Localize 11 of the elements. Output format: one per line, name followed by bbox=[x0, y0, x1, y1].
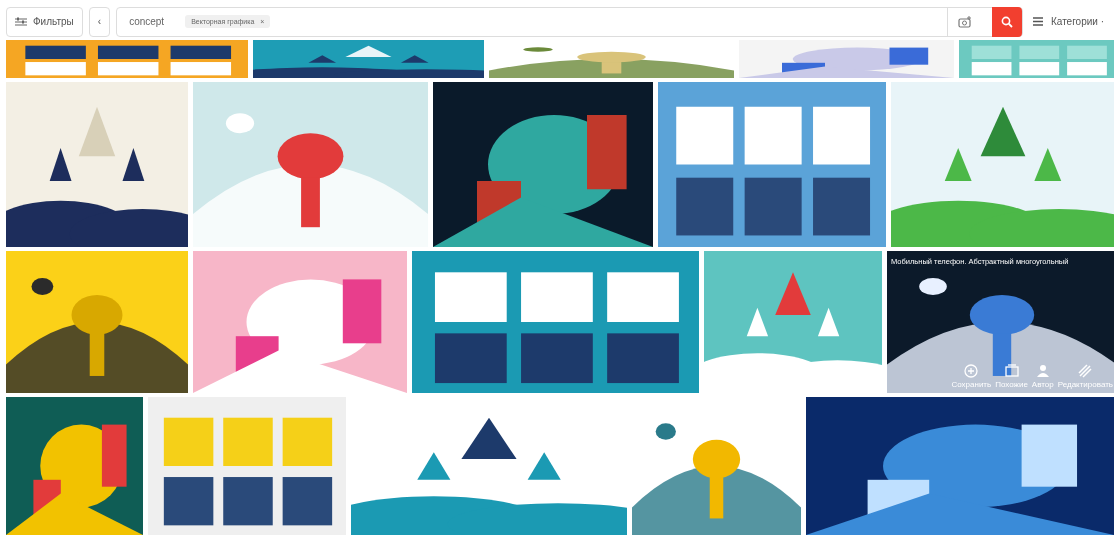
add-icon bbox=[964, 364, 979, 378]
collapse-button[interactable]: ‹ bbox=[88, 6, 111, 37]
filters-icon bbox=[15, 16, 27, 27]
search-button[interactable] bbox=[991, 6, 1022, 37]
pencil-icon bbox=[1078, 364, 1093, 378]
camera-icon bbox=[957, 15, 972, 28]
list-icon bbox=[1032, 17, 1043, 26]
search-icon bbox=[1000, 15, 1013, 28]
filters-button[interactable]: Фильтры bbox=[6, 6, 83, 37]
person-icon bbox=[1035, 364, 1050, 378]
folder-icon bbox=[1004, 364, 1019, 378]
